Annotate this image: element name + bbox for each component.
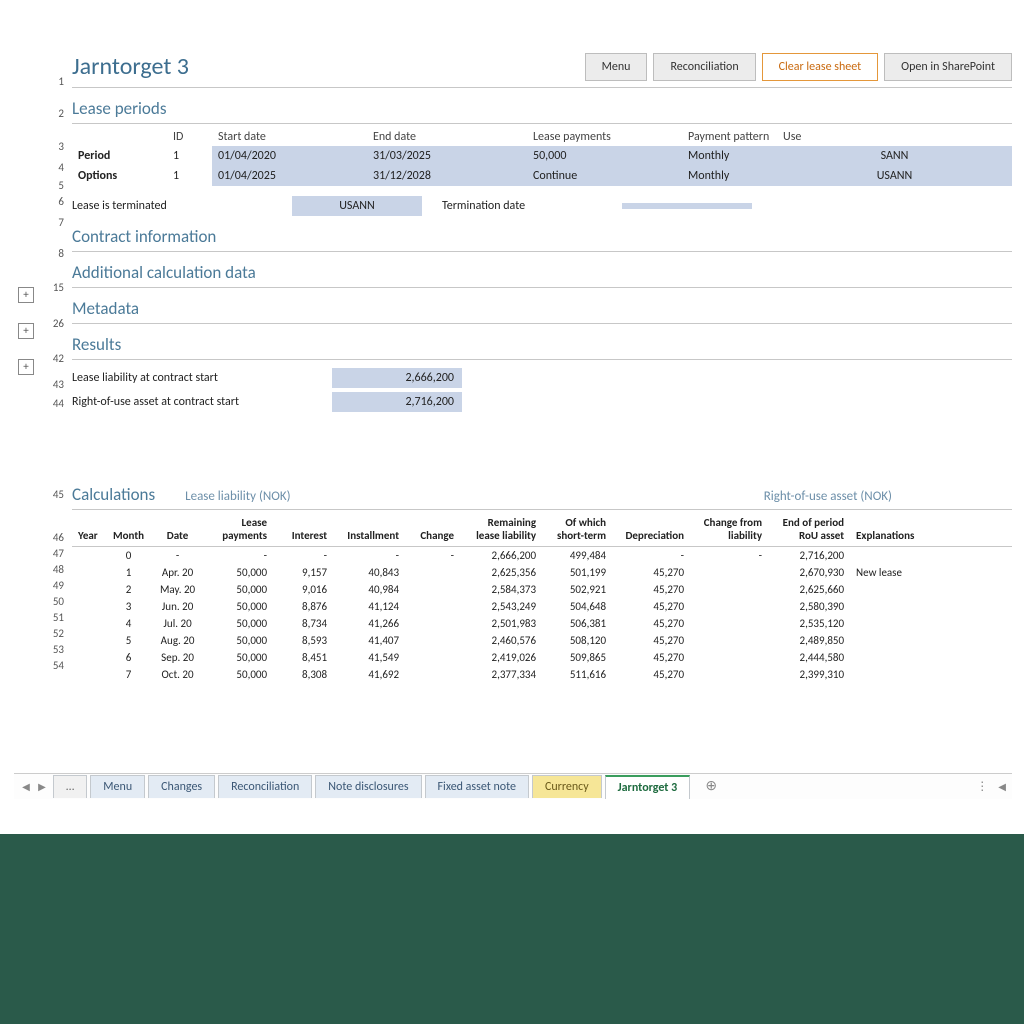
section-metadata: Metadata — [72, 290, 1012, 324]
table-row[interactable]: 0-----2,666,200499,484--2,716,200 — [72, 547, 1012, 565]
tab-ellipsis[interactable]: … — [53, 775, 87, 798]
table-row[interactable]: 1Apr. 2050,0009,15740,8432,625,356501,19… — [72, 564, 1012, 581]
options-row[interactable]: Options 1 01/04/2025 31/12/2028 Continue… — [72, 166, 1012, 186]
rou-asset-label: Right-of-use asset at contract start — [72, 395, 332, 409]
tab-active-jarntorget[interactable]: Jarntorget 3 — [605, 775, 691, 799]
reconciliation-button[interactable]: Reconciliation — [653, 53, 755, 81]
sheet-tab-bar: ◀ ▶ … Menu Changes Reconciliation Note d… — [14, 773, 1012, 799]
table-row[interactable]: 2May. 2050,0009,01640,9842,584,373502,92… — [72, 581, 1012, 598]
lease-liability-value: 2,666,200 — [332, 368, 462, 388]
lease-liability-label: Lease liability at contract start — [72, 371, 332, 385]
tab-currency[interactable]: Currency — [532, 775, 602, 798]
section-additional: Additional calculation data — [72, 254, 1012, 288]
table-row[interactable]: 7Oct. 2050,0008,30841,6922,377,334511,61… — [72, 666, 1012, 683]
tab-fixed-asset-note[interactable]: Fixed asset note — [425, 775, 529, 798]
subhead-rou-asset: Right-of-use asset (NOK) — [764, 489, 892, 504]
table-row[interactable]: 3Jun. 2050,0008,87641,1242,543,249504,64… — [72, 598, 1012, 615]
calculations-table: Year Month Date Lease payments Interest … — [72, 512, 1012, 683]
footer-dark-area — [0, 834, 1024, 1024]
section-results: Results — [72, 326, 1012, 360]
row-numbers: 1 2 3 4 5 6 7 8 15 26 42 43 44 45 46 47 … — [44, 58, 68, 675]
section-calculations: Calculations — [72, 484, 155, 505]
period-row[interactable]: Period 1 01/04/2020 31/03/2025 50,000 Mo… — [72, 146, 1012, 166]
termination-date-value[interactable] — [622, 203, 752, 209]
tab-note-disclosures[interactable]: Note disclosures — [315, 775, 421, 798]
lease-terminated-value[interactable]: USANN — [292, 196, 422, 216]
tab-nav-prev[interactable]: ◀ — [18, 779, 34, 795]
open-sharepoint-button[interactable]: Open in SharePoint — [884, 53, 1012, 81]
outline-expand-15[interactable]: + — [18, 287, 34, 303]
page-title: Jarntorget 3 — [72, 52, 189, 81]
termination-date-label: Termination date — [442, 199, 602, 213]
tab-reconciliation[interactable]: Reconciliation — [218, 775, 312, 798]
section-contract-info: Contract information — [72, 218, 1012, 252]
outline-expand-42[interactable]: + — [18, 359, 34, 375]
outline-expand-26[interactable]: + — [18, 323, 34, 339]
periods-header: ID Start date End date Lease payments Pa… — [72, 128, 1012, 146]
new-sheet-button[interactable]: ⊕ — [702, 778, 720, 796]
tab-options-icon[interactable]: ⋮ — [976, 779, 988, 794]
tab-menu[interactable]: Menu — [90, 775, 145, 798]
lease-terminated-label: Lease is terminated — [72, 199, 272, 213]
rou-asset-value: 2,716,200 — [332, 392, 462, 412]
tab-changes[interactable]: Changes — [148, 775, 215, 798]
tab-nav-next[interactable]: ▶ — [34, 779, 50, 795]
section-lease-periods: Lease periods — [72, 90, 1012, 124]
scroll-left-icon[interactable]: ◀ — [998, 780, 1006, 793]
menu-button[interactable]: Menu — [585, 53, 648, 81]
table-row[interactable]: 5Aug. 2050,0008,59341,4072,460,576508,12… — [72, 632, 1012, 649]
subhead-lease-liability: Lease liability (NOK) — [185, 489, 290, 504]
table-row[interactable]: 4Jul. 2050,0008,73441,2662,501,983506,38… — [72, 615, 1012, 632]
table-row[interactable]: 6Sep. 2050,0008,45141,5492,419,026509,86… — [72, 649, 1012, 666]
clear-lease-sheet-button[interactable]: Clear lease sheet — [762, 53, 879, 81]
